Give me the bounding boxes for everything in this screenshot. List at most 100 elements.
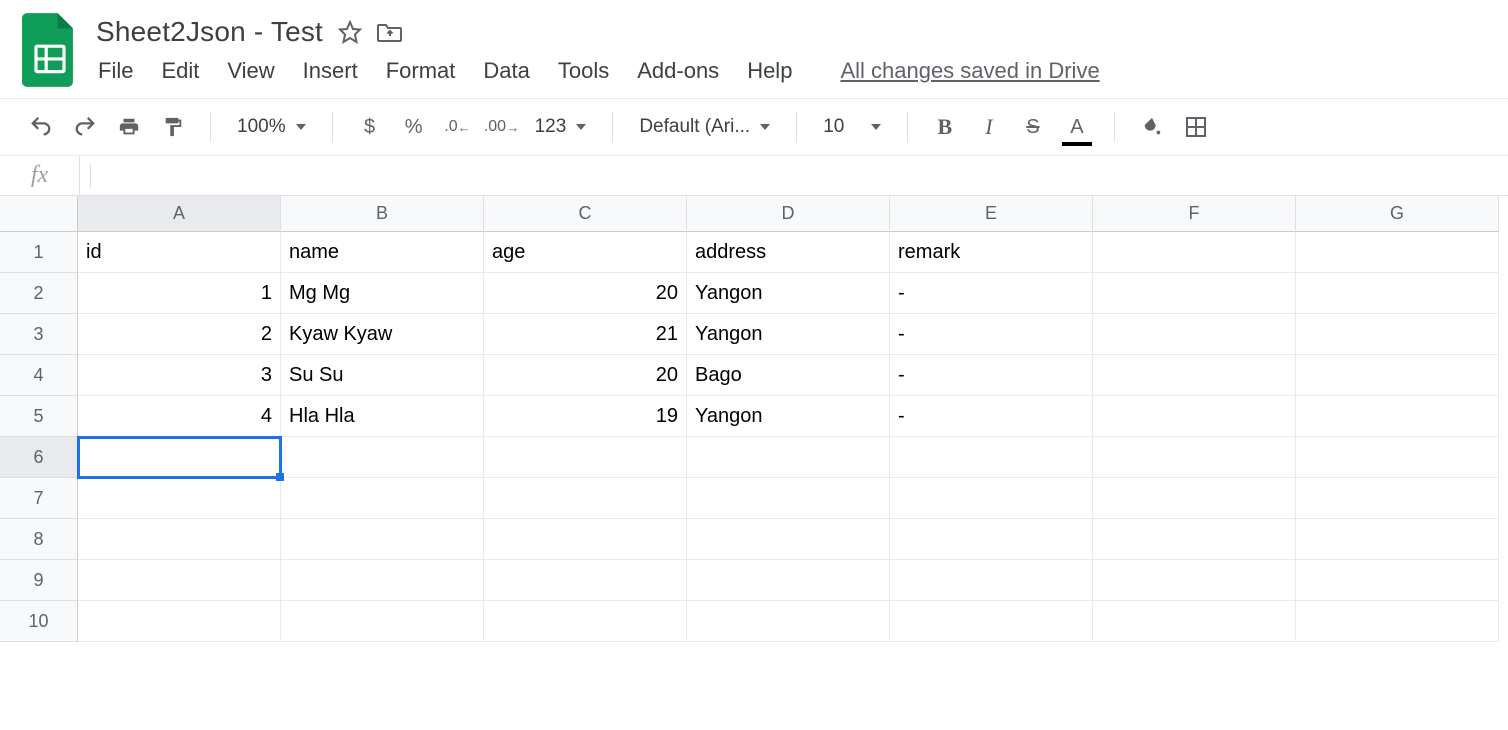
- paint-format-button[interactable]: [156, 110, 190, 144]
- formula-input[interactable]: [91, 156, 1508, 195]
- cell[interactable]: [78, 437, 281, 478]
- cell[interactable]: age: [484, 232, 687, 273]
- cell[interactable]: [1296, 601, 1499, 642]
- cell[interactable]: [890, 560, 1093, 601]
- font-family-dropdown[interactable]: Default (Ari...: [633, 110, 776, 144]
- cell[interactable]: Bago: [687, 355, 890, 396]
- cell[interactable]: [484, 437, 687, 478]
- cell[interactable]: [484, 519, 687, 560]
- cell[interactable]: -: [890, 314, 1093, 355]
- bold-button[interactable]: B: [928, 110, 962, 144]
- cell[interactable]: [1296, 273, 1499, 314]
- column-header[interactable]: E: [890, 196, 1093, 232]
- redo-button[interactable]: [68, 110, 102, 144]
- cell[interactable]: [484, 601, 687, 642]
- cell[interactable]: [890, 437, 1093, 478]
- menu-view[interactable]: View: [227, 58, 274, 84]
- menu-addons[interactable]: Add-ons: [637, 58, 719, 84]
- menu-insert[interactable]: Insert: [303, 58, 358, 84]
- currency-button[interactable]: $: [353, 110, 387, 144]
- cell[interactable]: Kyaw Kyaw: [281, 314, 484, 355]
- cell[interactable]: [484, 560, 687, 601]
- cell[interactable]: [281, 601, 484, 642]
- sheets-logo[interactable]: [20, 10, 80, 90]
- cell[interactable]: [1296, 355, 1499, 396]
- column-header[interactable]: F: [1093, 196, 1296, 232]
- column-header[interactable]: D: [687, 196, 890, 232]
- cell[interactable]: [1093, 232, 1296, 273]
- cell[interactable]: -: [890, 355, 1093, 396]
- cell[interactable]: Yangon: [687, 273, 890, 314]
- italic-button[interactable]: I: [972, 110, 1006, 144]
- cell[interactable]: 20: [484, 273, 687, 314]
- cell[interactable]: [281, 560, 484, 601]
- cell[interactable]: 1: [78, 273, 281, 314]
- row-header[interactable]: 7: [0, 478, 78, 519]
- menu-tools[interactable]: Tools: [558, 58, 609, 84]
- cell[interactable]: 4: [78, 396, 281, 437]
- cell[interactable]: remark: [890, 232, 1093, 273]
- cell[interactable]: Hla Hla: [281, 396, 484, 437]
- fill-color-button[interactable]: [1135, 110, 1169, 144]
- menu-file[interactable]: File: [98, 58, 133, 84]
- cell[interactable]: Su Su: [281, 355, 484, 396]
- row-header[interactable]: 9: [0, 560, 78, 601]
- cell[interactable]: [484, 478, 687, 519]
- cell[interactable]: [687, 437, 890, 478]
- cell[interactable]: [1093, 601, 1296, 642]
- cell[interactable]: [78, 560, 281, 601]
- select-all-corner[interactable]: [0, 196, 78, 232]
- cell[interactable]: [78, 519, 281, 560]
- cell[interactable]: [78, 601, 281, 642]
- cell[interactable]: [281, 437, 484, 478]
- cell[interactable]: 19: [484, 396, 687, 437]
- cell[interactable]: [1296, 478, 1499, 519]
- menu-edit[interactable]: Edit: [161, 58, 199, 84]
- cell[interactable]: 2: [78, 314, 281, 355]
- menu-help[interactable]: Help: [747, 58, 792, 84]
- strikethrough-button[interactable]: S: [1016, 110, 1050, 144]
- column-header[interactable]: C: [484, 196, 687, 232]
- cell[interactable]: [1296, 437, 1499, 478]
- cell[interactable]: 3: [78, 355, 281, 396]
- cell[interactable]: Yangon: [687, 396, 890, 437]
- cell[interactable]: [1296, 396, 1499, 437]
- undo-button[interactable]: [24, 110, 58, 144]
- cell[interactable]: [1093, 314, 1296, 355]
- cell[interactable]: [687, 560, 890, 601]
- decrease-decimal-button[interactable]: .0←: [441, 110, 475, 144]
- cell[interactable]: [890, 601, 1093, 642]
- row-header[interactable]: 3: [0, 314, 78, 355]
- percent-button[interactable]: %: [397, 110, 431, 144]
- cell[interactable]: [1093, 437, 1296, 478]
- cell[interactable]: [1093, 478, 1296, 519]
- cell[interactable]: [687, 519, 890, 560]
- cell[interactable]: 21: [484, 314, 687, 355]
- row-header[interactable]: 5: [0, 396, 78, 437]
- move-to-drive-icon[interactable]: [377, 19, 403, 45]
- cell[interactable]: [1093, 396, 1296, 437]
- cell[interactable]: [1093, 355, 1296, 396]
- cell[interactable]: [890, 478, 1093, 519]
- cell[interactable]: Mg Mg: [281, 273, 484, 314]
- increase-decimal-button[interactable]: .00→: [485, 110, 519, 144]
- cell[interactable]: [1093, 519, 1296, 560]
- cell[interactable]: 20: [484, 355, 687, 396]
- cell[interactable]: [78, 478, 281, 519]
- save-status[interactable]: All changes saved in Drive: [840, 58, 1099, 84]
- row-header[interactable]: 10: [0, 601, 78, 642]
- cell[interactable]: id: [78, 232, 281, 273]
- row-header[interactable]: 6: [0, 437, 78, 478]
- text-color-button[interactable]: A: [1060, 110, 1094, 144]
- document-title[interactable]: Sheet2Json - Test: [96, 16, 323, 48]
- borders-button[interactable]: [1179, 110, 1213, 144]
- row-header[interactable]: 1: [0, 232, 78, 273]
- cell[interactable]: [281, 519, 484, 560]
- font-size-dropdown[interactable]: 10: [817, 110, 887, 144]
- column-header[interactable]: G: [1296, 196, 1499, 232]
- cell[interactable]: [687, 478, 890, 519]
- cell[interactable]: [1296, 519, 1499, 560]
- cell[interactable]: [1093, 560, 1296, 601]
- cell[interactable]: [1296, 560, 1499, 601]
- cell[interactable]: Yangon: [687, 314, 890, 355]
